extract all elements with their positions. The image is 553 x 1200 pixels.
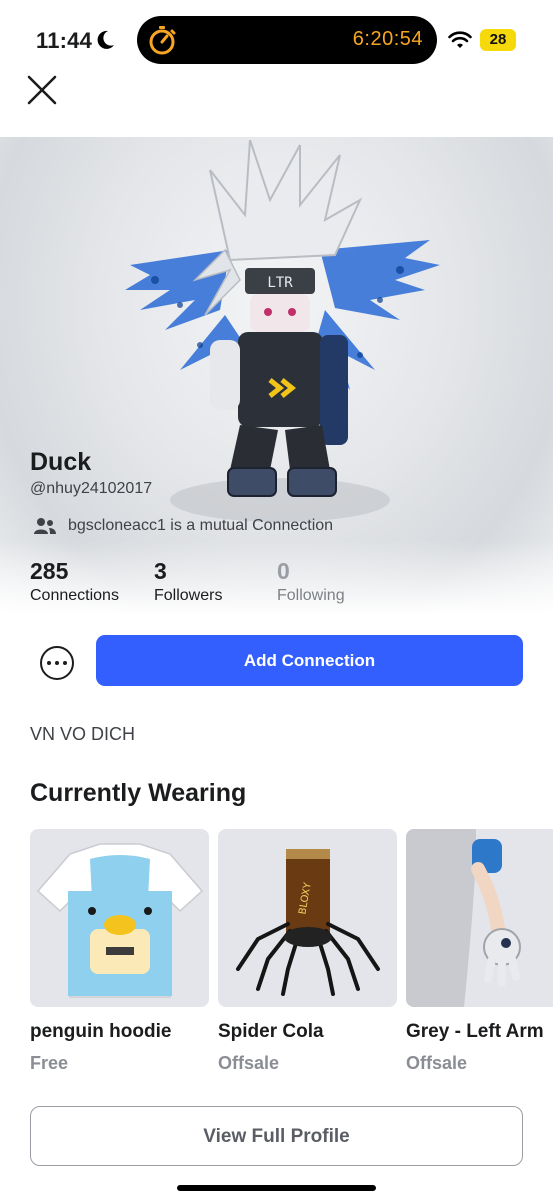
- battery-icon: 28: [480, 29, 516, 51]
- item-name: Spider Cola: [218, 1021, 324, 1042]
- timer-readout: 6:20:54: [352, 28, 423, 50]
- stopwatch-icon: [149, 26, 176, 55]
- moon-icon: [97, 30, 114, 49]
- about-text: VN VO DICH: [30, 724, 136, 744]
- people-icon: [34, 518, 56, 534]
- wearing-item[interactable]: Grey - Left Arm Offsale: [406, 829, 553, 1074]
- mutual-connection-text: bgscloneacc1 is a mutual Connection: [68, 517, 334, 534]
- item-price: Offsale: [406, 1053, 468, 1073]
- wifi-icon: [448, 31, 472, 48]
- item-thumbnail: BLOXY: [218, 829, 397, 1007]
- home-indicator[interactable]: [177, 1185, 376, 1191]
- item-price: Free: [30, 1053, 69, 1073]
- item-name: Grey - Left Arm: [406, 1021, 544, 1042]
- stat-connections[interactable]: 285 Connections: [30, 557, 119, 605]
- dot: [55, 661, 59, 665]
- svg-text:LTR: LTR: [267, 275, 293, 291]
- penguin-shirt-image: [36, 843, 204, 998]
- wearing-list: penguin hoodie Free BLOXY Spider Cola Of…: [30, 829, 553, 1079]
- profile-stats: 285 Connections 3 Followers 0 Following: [30, 557, 510, 607]
- stat-value: 3: [154, 558, 167, 584]
- grey-left-arm-image: [406, 829, 521, 1007]
- stat-label: Connections: [30, 587, 119, 604]
- mutual-connection[interactable]: bgscloneacc1 is a mutual Connection: [34, 514, 333, 538]
- add-connection-button[interactable]: Add Connection: [96, 635, 523, 686]
- status-bar: 11:44 6:20:54 28: [0, 0, 553, 80]
- wearing-item[interactable]: BLOXY Spider Cola Offsale: [218, 829, 397, 1074]
- item-name: penguin hoodie: [30, 1021, 172, 1042]
- item-thumbnail: [30, 829, 209, 1007]
- more-options-button[interactable]: [40, 646, 74, 680]
- item-price: Offsale: [218, 1053, 280, 1073]
- dynamic-island: 6:20:54: [137, 16, 437, 64]
- status-time: 11:44: [36, 28, 93, 53]
- dot: [63, 661, 67, 665]
- dot: [47, 661, 51, 665]
- spider-cola-image: BLOXY: [236, 849, 380, 996]
- currently-wearing-title: Currently Wearing: [30, 779, 247, 807]
- stat-followers[interactable]: 3 Followers: [154, 557, 222, 605]
- wearing-item[interactable]: penguin hoodie Free: [30, 829, 209, 1074]
- stat-value: 0: [277, 558, 290, 584]
- view-full-profile-button[interactable]: View Full Profile: [30, 1106, 523, 1166]
- stat-value: 285: [30, 558, 69, 584]
- username: @nhuy24102017: [30, 480, 153, 497]
- avatar-image: LTR: [125, 140, 440, 522]
- item-thumbnail: [406, 829, 553, 1007]
- stat-label: Following: [277, 587, 345, 604]
- stat-following[interactable]: 0 Following: [277, 557, 345, 605]
- display-name: Duck: [30, 448, 92, 476]
- close-icon[interactable]: [22, 70, 62, 110]
- stat-label: Followers: [154, 587, 223, 604]
